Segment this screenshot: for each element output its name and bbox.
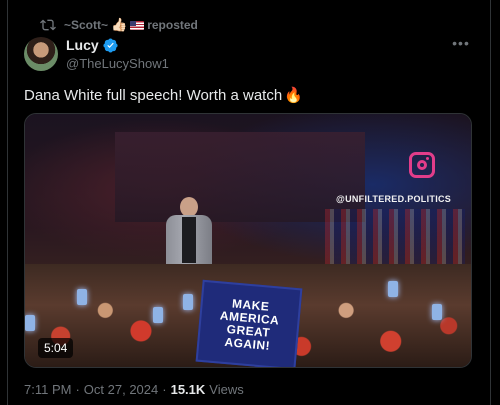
us-flag-icon [130,20,145,30]
column-border-right [490,0,491,405]
phone-light [77,289,87,305]
views-count: 15.1K [170,382,206,397]
more-options-icon[interactable]: ••• [452,36,470,50]
phone-light [432,304,442,320]
verified-badge-icon[interactable] [103,37,118,53]
maga-sign: MAKE AMERICA GREAT AGAIN! [195,279,303,367]
author-display-name[interactable]: Lucy [66,37,99,53]
post-text-content: Dana White full speech! Worth a watch [24,86,283,104]
speaker-head [180,197,198,217]
column-border-left [7,0,8,405]
thumbs-up-icon: 👍🏻 [111,17,128,32]
avatar[interactable] [24,37,58,71]
post-text: Dana White full speech! Worth a watch 🔥 [24,86,303,105]
repost-icon [40,19,56,31]
meta-separator: · [75,382,80,397]
post-container[interactable]: ~Scott~ 👍🏻 reposted Lucy @TheLucyShow1 •… [0,0,500,405]
author-name-row: Lucy [66,37,118,53]
post-time[interactable]: 7:11 PM [24,382,71,397]
phone-light [153,307,163,323]
phone-light [183,294,193,310]
views-label: Views [209,382,244,397]
phone-light [388,281,398,297]
post-date[interactable]: Oct 27, 2024 [84,382,158,397]
video-player[interactable]: MAKE AMERICA GREAT AGAIN! @UNFILTERED.PO… [24,113,472,368]
post-metadata: 7:11 PM · Oct 27, 2024 · 15.1K Views [24,382,244,397]
repost-label: reposted [147,18,198,32]
repost-indicator: ~Scott~ 👍🏻 reposted [40,16,198,34]
fire-emoji-icon: 🔥 [284,87,303,104]
phone-light [25,315,35,331]
meta-separator: · [162,382,167,397]
author-handle[interactable]: @TheLucyShow1 [66,56,169,71]
reposter-name[interactable]: ~Scott~ [64,18,108,32]
repost-text[interactable]: ~Scott~ 👍🏻 reposted [64,17,198,33]
instagram-icon [409,152,435,178]
speaker-shirt [182,217,196,263]
video-watermark: @UNFILTERED.POLITICS [336,194,452,204]
sign-line: AGAIN! [223,334,271,353]
video-duration-badge: 5:04 [38,338,74,358]
